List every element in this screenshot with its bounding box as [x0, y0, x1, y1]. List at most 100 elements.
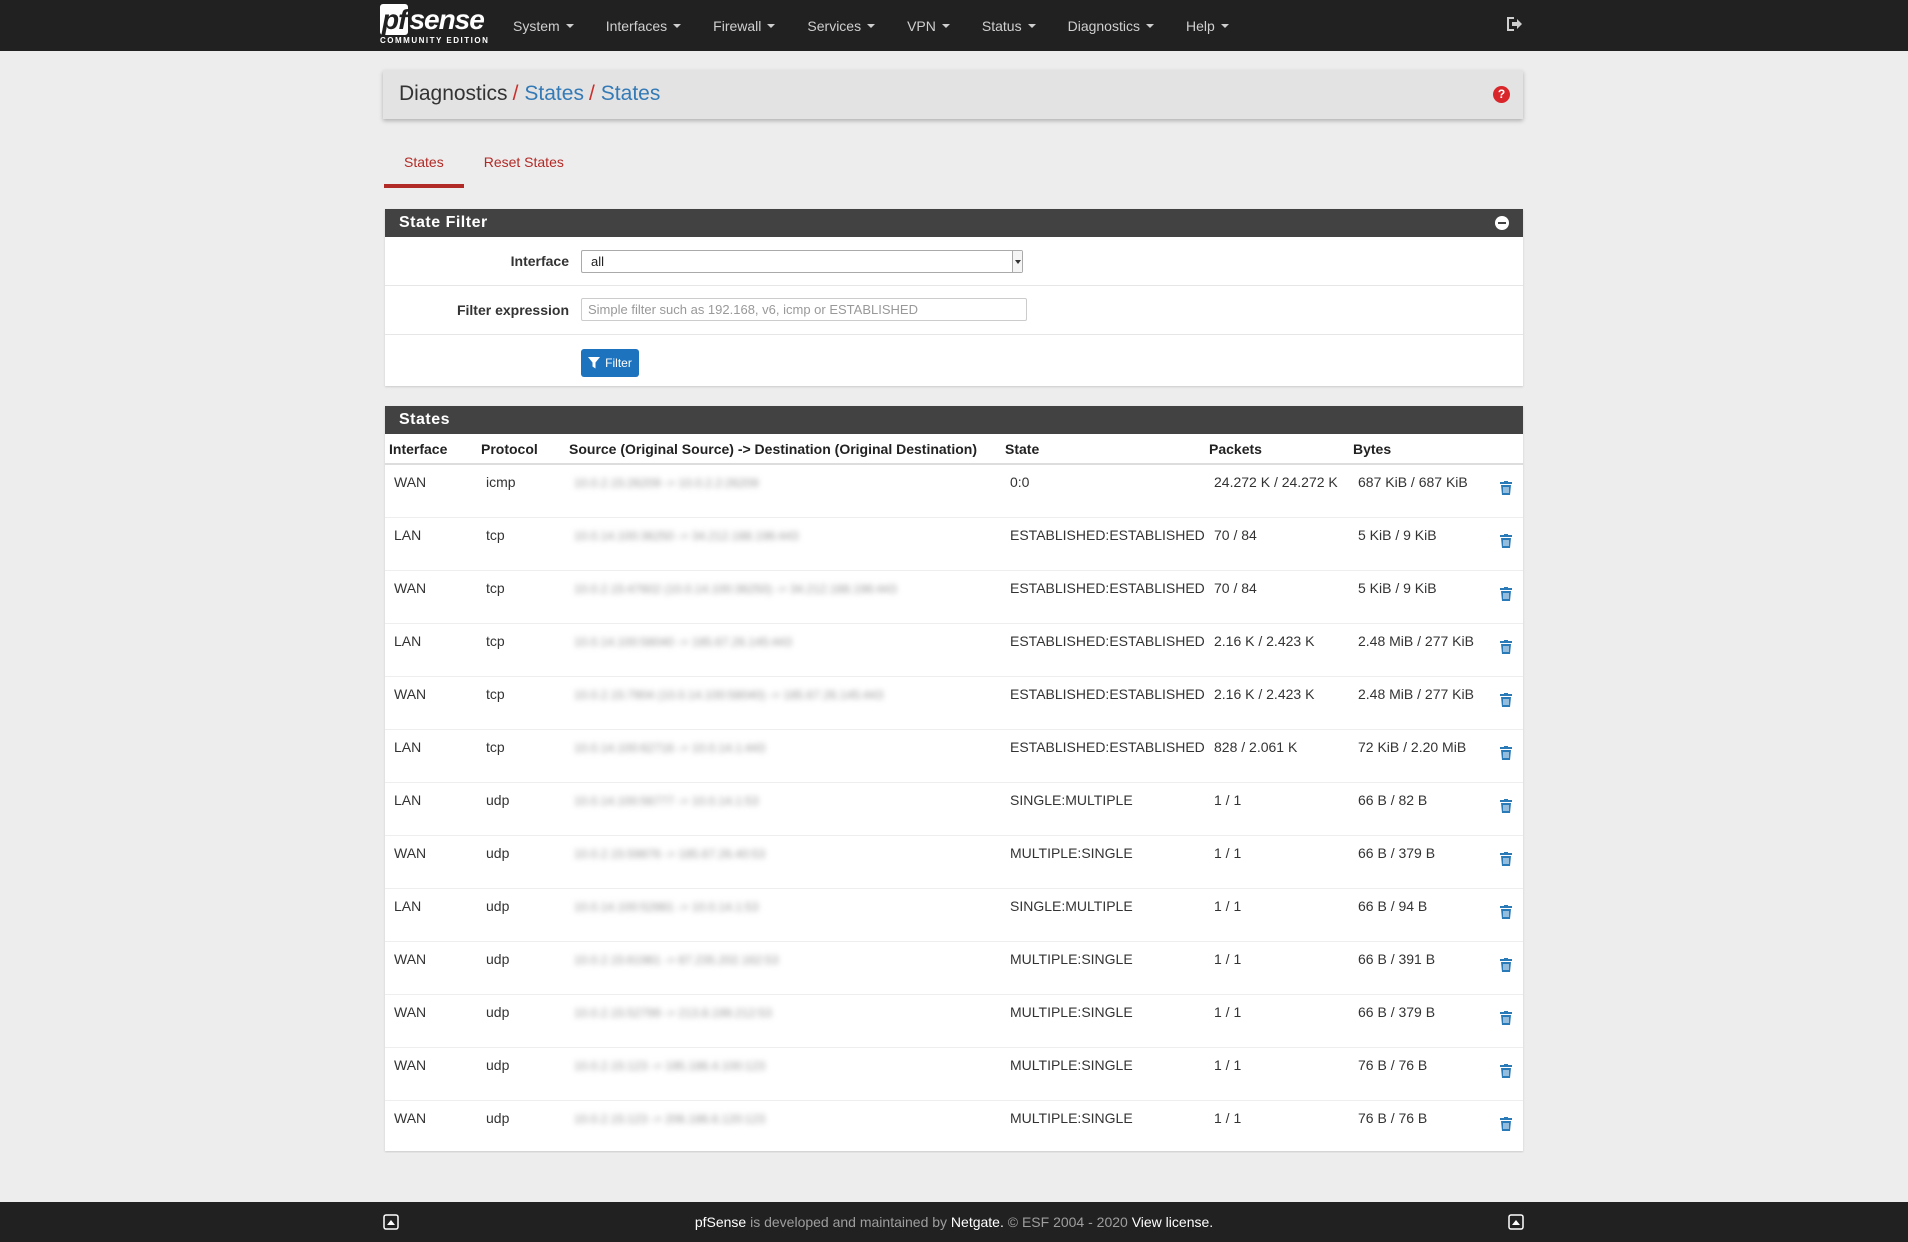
states-table-body: WAN icmp 10.0.2.15:26209 -> 10.0.2.2:26209… [385, 464, 1523, 1154]
column-header-state[interactable]: State [1001, 434, 1205, 465]
cell-interface: WAN [385, 464, 477, 518]
help-icon[interactable]: ? [1493, 86, 1510, 103]
cell-packets: 1 / 1 [1205, 994, 1349, 1048]
cell-source-destination: 10.0.14.100:58040 -> 185.67.26.145:443 [565, 623, 1001, 677]
filter-expression-input[interactable]: Simple filter such as 192.168, v6, icmp … [581, 298, 1027, 321]
trash-icon[interactable] [1500, 1116, 1512, 1131]
trash-icon[interactable] [1500, 692, 1512, 707]
cell-state: ESTABLISHED:ESTABLISHED [1001, 729, 1205, 783]
table-row: WAN udp 10.0.2.15:52799 -> 213.8.199.212:5… [385, 994, 1523, 1048]
column-header-bytes[interactable]: Bytes [1349, 434, 1483, 465]
nav-interfaces[interactable]: Interfaces [605, 17, 682, 34]
blurred-address: 10.0.14.100:36250 -> 34.212.188.196:443 [574, 528, 799, 543]
cell-interface: WAN [385, 941, 477, 995]
nav-system[interactable]: System [513, 18, 574, 34]
breadcrumb-link-states-current[interactable]: States [601, 82, 661, 106]
cell-protocol: udp [477, 888, 565, 942]
pfsense-logo[interactable]: pf sense COMMUNITY EDITION [380, 4, 490, 47]
footer-brand: pfSense [694, 1214, 747, 1230]
table-row: WAN tcp 10.0.2.15:47602 (10.0.14.100:36250… [385, 570, 1523, 624]
table-row: WAN tcp 10.0.2.15:7904 (10.0.14.100:58040)… [385, 676, 1523, 730]
cell-source-destination: 10.0.2.15:26209 -> 10.0.2.2:26209 [565, 464, 1001, 518]
footer-text-1: is developed and maintained by [746, 1214, 951, 1230]
tab-bar: States Reset States [384, 150, 584, 188]
cell-packets: 1 / 1 [1205, 941, 1349, 995]
cell-bytes: 2.48 MiB / 277 KiB [1349, 676, 1483, 730]
logo-pf: pf [380, 4, 409, 35]
interface-select[interactable]: all [581, 250, 1023, 273]
tab-reset-states[interactable]: Reset States [464, 150, 584, 188]
footer-netgate-link[interactable]: Netgate. [951, 1214, 1004, 1230]
caret-down-icon [673, 23, 682, 28]
column-header-interface[interactable]: Interface [385, 434, 477, 465]
trash-icon[interactable] [1500, 533, 1512, 548]
cell-source-destination: 10.0.14.100:52881 -> 10.0.14.1:53 [565, 888, 1001, 942]
filter-button[interactable]: Filter [581, 349, 639, 377]
cell-bytes: 66 B / 82 B [1349, 782, 1483, 836]
table-row: LAN udp 10.0.14.100:52881 -> 10.0.14.1:53 S… [385, 888, 1523, 942]
cell-actions [1483, 676, 1523, 730]
nav-help[interactable]: Help [1186, 18, 1229, 34]
tab-states[interactable]: States [384, 150, 464, 188]
cell-interface: LAN [385, 517, 477, 571]
cell-interface: WAN [385, 676, 477, 730]
caret-down-icon [941, 23, 950, 28]
nav-label: Diagnostics [1067, 17, 1140, 34]
filter-expression-label: Filter expression [456, 302, 569, 318]
trash-icon[interactable] [1500, 745, 1512, 760]
blurred-address: 10.0.2.15:47602 (10.0.14.100:36250) -> 3… [574, 581, 897, 596]
blurred-address: 10.0.2.15:61981 -> 87.235.202.162:53 [574, 952, 779, 967]
cell-actions [1483, 623, 1523, 677]
cell-interface: LAN [385, 888, 477, 942]
top-navbar: pf sense COMMUNITY EDITION System Interfa… [0, 0, 1908, 51]
trash-icon[interactable] [1500, 957, 1512, 972]
logout-icon[interactable] [1505, 15, 1523, 33]
trash-icon[interactable] [1500, 481, 1512, 495]
caret-down-icon [767, 23, 776, 28]
trash-icon[interactable] [1500, 1063, 1512, 1078]
nav-diagnostics[interactable]: Diagnostics [1068, 18, 1154, 34]
trash-icon[interactable] [1500, 798, 1512, 813]
breadcrumb-separator: / [512, 82, 519, 105]
cell-bytes: 2.48 MiB / 277 KiB [1349, 623, 1483, 677]
cell-protocol: udp [477, 1047, 565, 1101]
cell-actions [1483, 464, 1523, 518]
cell-protocol: tcp [477, 676, 565, 730]
trash-icon[interactable] [1500, 586, 1512, 601]
nav-label: Interfaces [605, 17, 668, 34]
cell-source-destination: 10.0.14.100:56777 -> 10.0.14.1:53 [565, 782, 1001, 836]
breadcrumb-link-states[interactable]: States [524, 82, 584, 106]
trash-icon[interactable] [1500, 639, 1512, 654]
cell-bytes: 66 B / 391 B [1349, 941, 1483, 995]
column-header-source-destination[interactable]: Source (Original Source) -> Destination … [565, 434, 1001, 465]
column-header-protocol[interactable]: Protocol [477, 434, 565, 465]
cell-protocol: tcp [477, 729, 565, 783]
cell-source-destination: 10.0.2.15:47602 (10.0.14.100:36250) -> 3… [565, 570, 1001, 624]
column-header-packets[interactable]: Packets [1205, 434, 1349, 465]
cell-actions [1483, 835, 1523, 889]
nav-services[interactable]: Services [807, 17, 876, 34]
filter-icon [588, 357, 601, 369]
cell-state: ESTABLISHED:ESTABLISHED [1001, 623, 1205, 677]
breadcrumb-separator: / [588, 82, 595, 105]
cell-packets: 1 / 1 [1205, 1100, 1349, 1154]
trash-icon[interactable] [1500, 1010, 1512, 1025]
cell-bytes: 5 KiB / 9 KiB [1349, 570, 1483, 624]
cell-state: MULTIPLE:SINGLE [1001, 835, 1205, 889]
cell-interface: WAN [385, 994, 477, 1048]
cell-state: ESTABLISHED:ESTABLISHED [1001, 676, 1205, 730]
interface-row: Interface all [385, 237, 1523, 286]
collapse-icon[interactable] [1495, 216, 1509, 230]
scroll-top-icon[interactable] [1508, 1214, 1524, 1230]
nav-firewall[interactable]: Firewall [713, 18, 776, 34]
cell-packets: 24.272 K / 24.272 K [1205, 464, 1349, 518]
nav-status[interactable]: Status [982, 18, 1036, 34]
cell-source-destination: 10.0.2.15:123 -> 206.186.6.120:123 [565, 1100, 1001, 1154]
trash-icon[interactable] [1500, 851, 1512, 866]
caret-down-icon [867, 23, 876, 28]
footer-license-link[interactable]: View license. [1132, 1214, 1213, 1230]
nav-vpn[interactable]: VPN [907, 18, 950, 34]
cell-state: MULTIPLE:SINGLE [1001, 1100, 1205, 1154]
trash-icon[interactable] [1500, 904, 1512, 919]
nav-label: Services [807, 17, 862, 34]
